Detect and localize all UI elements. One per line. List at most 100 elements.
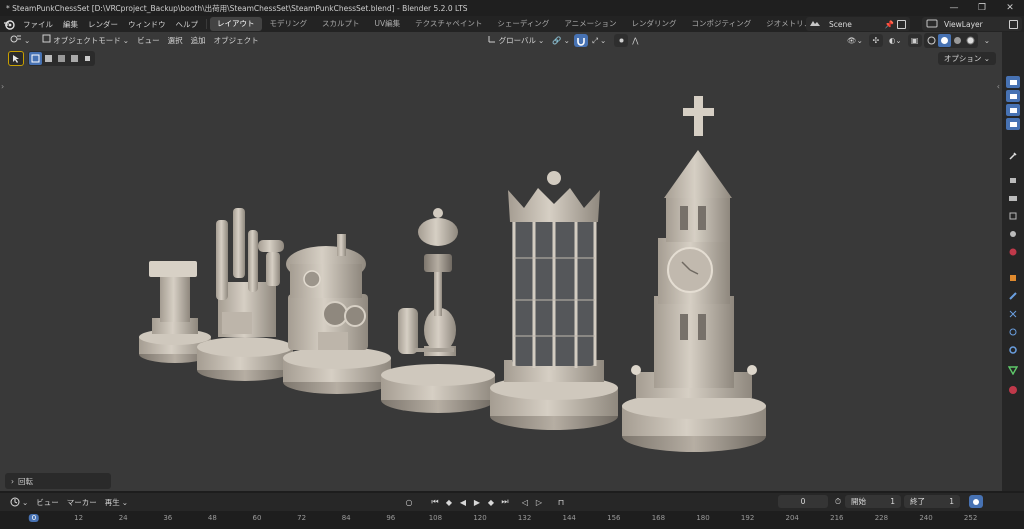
menu-item[interactable]: ヘルプ — [171, 19, 204, 30]
ruler-tick: 48 — [207, 514, 217, 522]
tool-icon[interactable] — [1006, 150, 1020, 162]
data-icon[interactable] — [1006, 364, 1020, 376]
last-operator-panel[interactable]: › 回転 — [5, 473, 111, 489]
ruler-tick: 12 — [74, 514, 84, 522]
camera-icon[interactable] — [1006, 118, 1020, 130]
window-title: * SteamPunkChessSet [D:\VRCproject_Backu… — [6, 3, 468, 13]
ruler-tick: 72 — [297, 514, 307, 522]
workspace-tab[interactable]: コンポジティング — [685, 17, 759, 31]
auto-keying-icon[interactable] — [969, 495, 983, 508]
object-icon[interactable] — [1006, 272, 1020, 284]
play-icon[interactable]: ▶ — [471, 496, 483, 508]
workspace-tab[interactable]: レイアウト — [210, 17, 262, 31]
constraint-icon[interactable] — [1006, 344, 1020, 356]
new-view-layer-icon[interactable] — [1009, 19, 1018, 29]
ruler-tick: 192 — [740, 514, 755, 522]
render-icon[interactable] — [1006, 174, 1020, 186]
ruler-tick: 168 — [651, 514, 666, 522]
ruler-tick: 156 — [607, 514, 621, 522]
chess-set-render — [139, 96, 766, 452]
workspace-tab[interactable]: モデリング — [263, 17, 315, 31]
close-button[interactable]: ✕ — [996, 0, 1024, 16]
rook-piece — [197, 208, 293, 381]
play-reverse-icon[interactable]: ◀ — [457, 496, 469, 508]
separator — [206, 19, 207, 29]
ruler-tick: 252 — [963, 514, 978, 522]
ruler-tick: 180 — [696, 514, 710, 522]
frame-end-value: 1 — [949, 497, 954, 506]
main-menu: ファイル 編集 レンダー ウィンドウ ヘルプ — [18, 19, 203, 30]
ruler-tick: 132 — [517, 514, 532, 522]
ruler-tick: 96 — [386, 514, 396, 522]
frame-end-field[interactable]: 終了 1 — [904, 495, 960, 508]
prev-keyframe-icon[interactable]: ◆ — [443, 496, 455, 508]
menu-item[interactable]: レンダー — [83, 19, 123, 30]
pin-icon[interactable]: 📌 — [885, 20, 894, 29]
new-scene-icon[interactable] — [897, 19, 906, 29]
jump-start-icon[interactable]: ⏮ — [429, 496, 441, 508]
workspace-tab[interactable]: アニメーション — [557, 17, 623, 31]
window-titlebar: * SteamPunkChessSet [D:\VRCproject_Backu… — [0, 0, 1024, 16]
minimize-icon: — — [949, 3, 959, 13]
timeline-editor-icon[interactable]: ⌄ — [6, 496, 32, 509]
output-icon[interactable] — [1006, 192, 1020, 204]
king-piece — [622, 96, 766, 452]
workspace-tab[interactable]: テクスチャペイント — [408, 17, 489, 31]
ruler-tick: 204 — [785, 514, 799, 522]
scene-icon — [809, 19, 821, 30]
modifier-icon[interactable] — [1006, 290, 1020, 302]
ruler-tick: 228 — [874, 514, 889, 522]
scene-selector[interactable]: Scene 📌 — [806, 17, 910, 31]
stopwatch-icon[interactable]: ⏱ — [832, 496, 844, 508]
workspace-tab[interactable]: スカルプト — [315, 17, 367, 31]
3d-viewport[interactable]: ⌄ オブジェクトモード ⌄ ビュー 選択 追加 オブジェクト グローバル ⌄ 🔗 ⌄ ⤢… — [0, 32, 1002, 491]
chevron-right-icon: › — [11, 476, 14, 486]
camera-icon[interactable] — [1006, 104, 1020, 116]
render-camera-icon[interactable] — [1006, 76, 1020, 88]
timeline-menu-item[interactable]: ビュー — [32, 496, 63, 509]
camera-icon[interactable] — [1006, 90, 1020, 102]
ruler-tick: 120 — [473, 514, 487, 522]
frame-start-label: 開始 — [851, 497, 866, 506]
next-marker-icon[interactable]: ▷ — [533, 496, 545, 508]
view-layer-selector[interactable]: ViewLayer — [922, 17, 1022, 31]
ruler-tick: 0 — [28, 514, 40, 522]
blender-logo-icon[interactable] — [0, 16, 18, 32]
playback-label: 再生 — [104, 497, 120, 507]
bishop-piece — [381, 208, 495, 413]
properties-tabs — [1002, 32, 1024, 491]
jump-end-icon[interactable]: ⏭ — [499, 496, 511, 508]
lock-icon[interactable]: ⊓ — [555, 496, 567, 508]
knight-piece — [283, 234, 391, 394]
workspace-tabs: レイアウト モデリング スカルプト UV編集 テクスチャペイント シェーディング アニメーシ… — [210, 17, 818, 31]
timeline-ruler[interactable]: 0 12 24 36 48 60 72 84 96 108 120 132 144 156 168 180 19… — [0, 511, 1024, 529]
menu-item[interactable]: ファイル — [18, 19, 58, 30]
menu-item[interactable]: 編集 — [58, 19, 83, 30]
particles-icon[interactable] — [1006, 308, 1020, 320]
scene-icon[interactable] — [1006, 228, 1020, 240]
menu-item[interactable]: ウィンドウ — [123, 19, 171, 30]
minimize-button[interactable]: — — [940, 0, 968, 16]
workspace-tab[interactable]: レンダリング — [625, 17, 684, 31]
material-icon[interactable] — [1006, 384, 1020, 396]
view-layer-icon[interactable] — [1006, 210, 1020, 222]
scene-name: Scene — [829, 19, 852, 29]
playback-dropdown[interactable]: 再生 ⌄ — [101, 496, 132, 509]
maximize-button[interactable]: ❐ — [968, 0, 996, 16]
physics-icon[interactable] — [1006, 326, 1020, 338]
ruler-tick: 216 — [830, 514, 844, 522]
workspace-tab[interactable]: シェーディング — [490, 17, 556, 31]
timeline-menu-item[interactable]: マーカー — [63, 496, 101, 509]
next-keyframe-icon[interactable]: ◆ — [485, 496, 497, 508]
ruler-tick: 36 — [163, 514, 173, 522]
ruler-tick: 84 — [341, 514, 351, 522]
current-frame-field[interactable]: 0 — [778, 495, 828, 508]
frame-start-field[interactable]: 開始 1 — [845, 495, 901, 508]
ruler-tick: 108 — [428, 514, 443, 522]
frame-start-value: 1 — [890, 497, 895, 506]
workspace-tab[interactable]: UV編集 — [368, 17, 408, 31]
prev-marker-icon[interactable]: ◁ — [519, 496, 531, 508]
world-icon[interactable] — [1006, 246, 1020, 258]
ruler-tick: 60 — [252, 514, 262, 522]
keyframe-icon[interactable]: ○ — [403, 496, 415, 508]
